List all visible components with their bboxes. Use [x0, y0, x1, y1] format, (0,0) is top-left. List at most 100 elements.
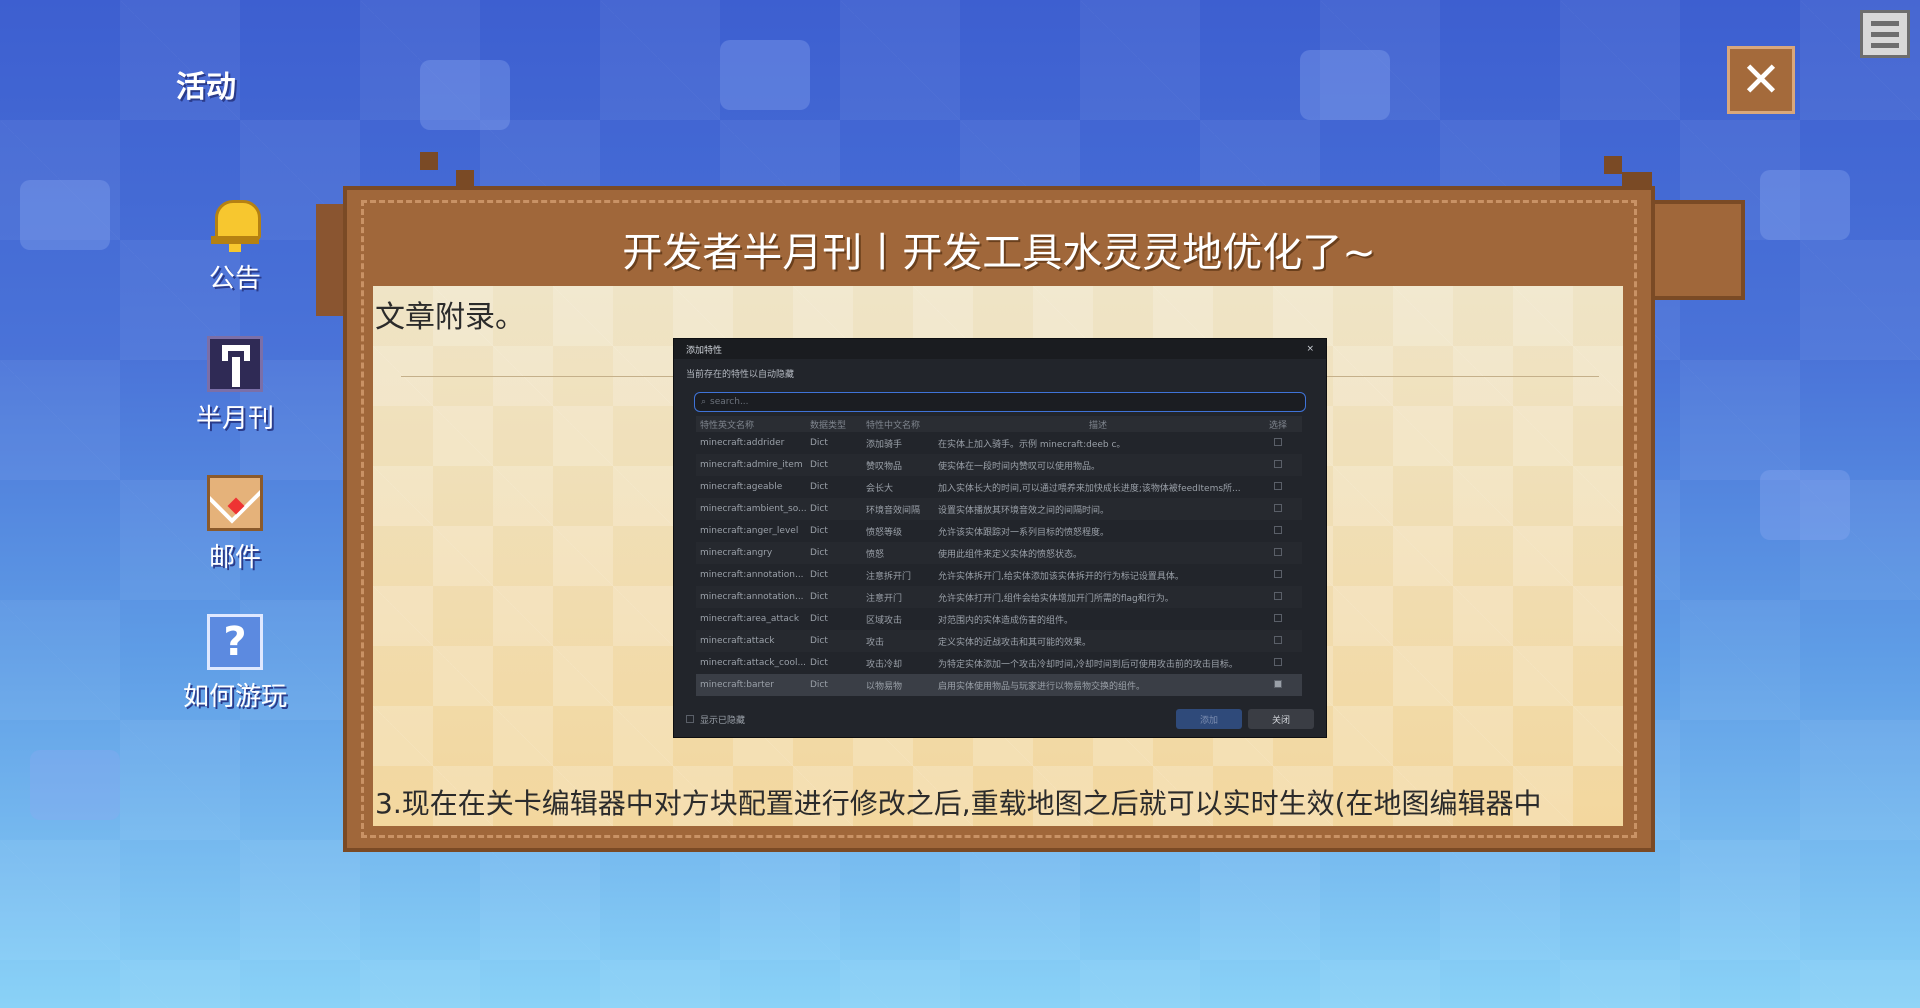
list-icon[interactable]	[1860, 10, 1910, 58]
decor-blob	[30, 750, 120, 820]
select-cell	[1258, 613, 1298, 625]
show-hidden-checkbox[interactable]	[686, 715, 694, 723]
table-row[interactable]: minecraft:barter Dict 以物易物 启用实体使用物品与玩家进行以物易…	[696, 674, 1302, 696]
feature-name-cell: minecraft:ageable	[700, 482, 783, 492]
table-row[interactable]: minecraft:angry Dict 愤怒 使用此组件来定义实体的愤怒状态。	[696, 542, 1302, 564]
table-row[interactable]: minecraft:annotation... Dict 注意开门 允许实体打开门,组…	[696, 586, 1302, 608]
feature-name-cell: minecraft:anger_level	[700, 526, 799, 536]
sidebar-item-mail[interactable]: 邮件	[170, 475, 300, 574]
search-icon: ⌕	[701, 397, 707, 407]
select-cell	[1258, 481, 1298, 493]
select-checkbox[interactable]	[1274, 613, 1282, 622]
table-row[interactable]: minecraft:attack Dict 攻击 定义实体的近战攻击和其可能的效果。	[696, 630, 1302, 652]
list-line	[1871, 31, 1899, 37]
data-type-cell: Dict	[810, 680, 828, 690]
table-row[interactable]: minecraft:ambient_so... Dict 环境音效间隔 设置实体播放其…	[696, 498, 1302, 520]
decor-blob	[1760, 170, 1850, 240]
feature-cn-name-cell: 环境音效间隔	[866, 505, 921, 516]
description-cell: 使实体在一段时间内赞叹可以使用物品。	[938, 461, 1101, 472]
table-row[interactable]: minecraft:addrider Dict 添加骑手 在实体上加入骑手。示例 mi…	[696, 432, 1302, 454]
feature-name-cell: minecraft:angry	[700, 548, 773, 558]
feature-name-cell: minecraft:annotation...	[700, 592, 804, 602]
table-row[interactable]: minecraft:attack_cool... Dict 攻击冷却 为特定实体添加一…	[696, 652, 1302, 674]
select-checkbox[interactable]	[1274, 437, 1282, 446]
feature-name-cell: minecraft:attack_cool...	[700, 658, 807, 668]
add-feature-dialog: 添加特性 × 当前存在的特性以自动隐藏 ⌕ search... 特性英文名称 数…	[673, 338, 1327, 738]
search-placeholder: search...	[710, 397, 749, 407]
description-cell: 定义实体的近战攻击和其可能的效果。	[938, 637, 1092, 648]
feature-cn-name-cell: 区域攻击	[866, 615, 903, 626]
description-cell: 在实体上加入骑手。示例 minecraft:deeb c。	[938, 439, 1126, 450]
description-cell: 为特定实体添加一个攻击冷却时间,冷却时间到后可使用攻击前的攻击目标。	[938, 659, 1238, 670]
close-dialog-button[interactable]: 关闭	[1248, 709, 1314, 729]
column-header: 数据类型	[810, 420, 847, 431]
panel-knob	[420, 152, 438, 170]
table-row[interactable]: minecraft:annotation... Dict 注意拆开门 允许实体拆开门,…	[696, 564, 1302, 586]
search-input[interactable]: ⌕ search...	[694, 392, 1306, 412]
select-checkbox[interactable]	[1274, 635, 1282, 644]
table-row[interactable]: minecraft:anger_level Dict 愤怒等级 允许该实体跟踪对一系列…	[696, 520, 1302, 542]
add-button[interactable]: 添加	[1176, 709, 1242, 729]
description-cell: 启用实体使用物品与玩家进行以物易物交换的组件。	[938, 681, 1146, 692]
sidebar-item-label: 如何游玩	[182, 682, 287, 712]
sidebar-item-how-to-play[interactable]: ? 如何游玩	[170, 614, 300, 713]
select-checkbox[interactable]	[1274, 591, 1282, 600]
list-line	[1871, 20, 1899, 26]
select-checkbox[interactable]	[1274, 503, 1282, 512]
article-heading: 文章附录。	[375, 300, 525, 335]
select-checkbox[interactable]	[1274, 547, 1282, 556]
select-checkbox[interactable]	[1274, 569, 1282, 578]
data-type-cell: Dict	[810, 658, 828, 668]
bell-icon	[207, 196, 263, 252]
select-checkbox[interactable]	[1274, 481, 1282, 490]
select-cell	[1258, 503, 1298, 515]
sidebar-item-label: 公告	[208, 264, 261, 294]
decor-blob	[20, 180, 110, 250]
dialog-title: 添加特性	[686, 345, 723, 356]
panel-left-tab	[316, 204, 346, 316]
select-checkbox[interactable]	[1274, 459, 1282, 468]
select-cell	[1258, 635, 1298, 647]
feature-cn-name-cell: 攻击	[866, 637, 885, 648]
sidebar-item-label: 半月刊	[195, 404, 274, 434]
select-checkbox[interactable]	[1274, 657, 1282, 666]
feature-name-cell: minecraft:annotation...	[700, 570, 804, 580]
feature-cn-name-cell: 注意拆开门	[866, 571, 912, 582]
select-cell	[1258, 657, 1298, 669]
select-cell	[1258, 591, 1298, 603]
feature-name-cell: minecraft:barter	[700, 680, 774, 690]
sidebar-item-announcement[interactable]: 公告	[170, 196, 300, 295]
description-cell: 使用此组件来定义实体的愤怒状态。	[938, 549, 1083, 560]
sidebar-item-biweekly[interactable]: 半月刊	[170, 336, 300, 435]
data-type-cell: Dict	[810, 482, 828, 492]
feature-cn-name-cell: 注意开门	[866, 593, 903, 604]
feature-name-cell: minecraft:attack	[700, 636, 775, 646]
data-type-cell: Dict	[810, 526, 828, 536]
feature-cn-name-cell: 赞叹物品	[866, 461, 903, 472]
table-header: 特性英文名称 数据类型 特性中文名称 描述 选择	[696, 416, 1302, 432]
feature-name-cell: minecraft:admire_item	[700, 460, 803, 470]
data-type-cell: Dict	[810, 570, 828, 580]
close-button[interactable]: ✕	[1727, 46, 1795, 114]
decor-blob	[1300, 50, 1390, 120]
feature-cn-name-cell: 愤怒	[866, 549, 885, 560]
data-type-cell: Dict	[810, 504, 828, 514]
data-type-cell: Dict	[810, 636, 828, 646]
column-header: 特性英文名称	[700, 420, 755, 431]
dialog-close-icon[interactable]: ×	[1306, 344, 1314, 354]
decor-blob	[420, 60, 510, 130]
select-checkbox[interactable]	[1274, 525, 1282, 534]
select-checkbox[interactable]	[1274, 679, 1282, 688]
column-header: 描述	[1088, 420, 1107, 431]
table-row[interactable]: minecraft:area_attack Dict 区域攻击 对范围内的实体造成伤害…	[696, 608, 1302, 630]
list-line	[1871, 42, 1899, 48]
table-row[interactable]: minecraft:ageable Dict 会长大 加入实体长大的时间,可以通过喂养…	[696, 476, 1302, 498]
table-row[interactable]: minecraft:admire_item Dict 赞叹物品 使实体在一段时间内赞叹…	[696, 454, 1302, 476]
decor-blob	[1760, 470, 1850, 540]
panel-knob	[1604, 156, 1622, 174]
feature-name-cell: minecraft:addrider	[700, 438, 785, 448]
data-type-cell: Dict	[810, 592, 828, 602]
description-cell: 对范围内的实体造成伤害的组件。	[938, 615, 1074, 626]
select-cell	[1258, 437, 1298, 449]
description-cell: 加入实体长大的时间,可以通过喂养来加快成长进度;该物体被feedItems所..…	[938, 483, 1241, 494]
